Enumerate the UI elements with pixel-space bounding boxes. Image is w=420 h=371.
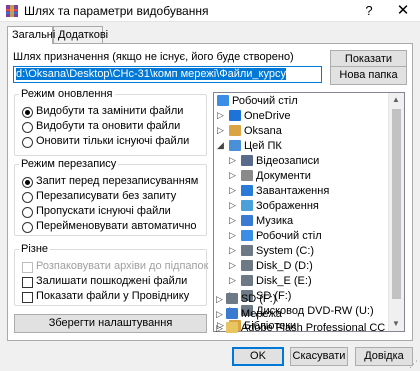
tree-item-videos[interactable]: ▷ Відеозаписи bbox=[229, 155, 319, 170]
tab-advanced[interactable]: Додаткові bbox=[53, 26, 108, 43]
overwrite-silent-label[interactable]: Перезаписувати без запиту bbox=[36, 190, 176, 202]
tree-item-desktop[interactable]: Робочий стіл bbox=[217, 95, 298, 110]
show-in-explorer-checkbox[interactable] bbox=[22, 292, 33, 303]
vertical-scroll-thumb[interactable] bbox=[392, 109, 401, 299]
misc-title: Різне bbox=[19, 243, 51, 255]
folder-icon bbox=[225, 322, 238, 333]
expand-icon[interactable]: ▷ bbox=[229, 200, 236, 211]
tree-item-downloads[interactable]: ▷ Завантаження bbox=[229, 185, 329, 200]
drive-icon bbox=[241, 275, 253, 286]
tree-item-drive-e[interactable]: ▷ Disk_E (E:) bbox=[229, 275, 312, 290]
overwrite-ask-label[interactable]: Запит перед перезаписуванням bbox=[36, 175, 198, 187]
overwrite-ask-radio[interactable] bbox=[22, 177, 33, 188]
computer-icon bbox=[229, 140, 241, 151]
update-refresh-radio[interactable] bbox=[22, 122, 33, 133]
download-icon bbox=[241, 185, 253, 196]
tree-item-drive-c[interactable]: ▷ System (C:) bbox=[229, 245, 314, 260]
overwrite-silent-radio[interactable] bbox=[22, 192, 33, 203]
update-refresh-label[interactable]: Видобути та оновити файли bbox=[36, 120, 180, 132]
extract-subfolders-label: Розпаковувати архіви до підпапок bbox=[36, 260, 209, 272]
expand-icon[interactable]: ▷ bbox=[229, 185, 236, 196]
save-settings-button[interactable]: Зберегти налаштування bbox=[14, 314, 207, 333]
expand-icon[interactable]: ▷ bbox=[216, 294, 223, 304]
overwrite-skip-radio[interactable] bbox=[22, 207, 33, 218]
help-title-button[interactable]: ? bbox=[354, 1, 384, 21]
expand-icon[interactable]: ▷ bbox=[229, 170, 236, 181]
tree-item-pictures[interactable]: ▷ Зображення bbox=[229, 200, 319, 215]
destination-path-value: d:\Oksana\Desktop\CHc-31\комп мережі\Фай… bbox=[16, 68, 286, 80]
overwrite-mode-title: Режим перезапису bbox=[19, 158, 119, 170]
pictures-icon bbox=[241, 200, 253, 211]
update-existing-radio[interactable] bbox=[22, 137, 33, 148]
user-icon bbox=[229, 125, 241, 136]
keep-broken-label[interactable]: Залишати пошкоджені файли bbox=[36, 275, 187, 287]
help-button[interactable]: Довідка bbox=[355, 347, 413, 366]
tree-item-drive-d[interactable]: ▷ Disk_D (D:) bbox=[229, 260, 313, 275]
resize-grip-icon[interactable]: ⋰ bbox=[409, 359, 418, 370]
overwrite-rename-label[interactable]: Перейменовувати автоматично bbox=[36, 220, 197, 232]
network-icon bbox=[225, 308, 238, 319]
tab-general[interactable]: Загальні bbox=[7, 26, 55, 44]
show-in-explorer-label[interactable]: Показати файли у Провіднику bbox=[36, 290, 189, 302]
extract-subfolders-checkbox[interactable] bbox=[22, 262, 33, 273]
expand-icon[interactable]: ▷ bbox=[229, 215, 236, 226]
tree-item-network[interactable]: ▷ Мережа bbox=[216, 308, 282, 323]
update-replace-radio[interactable] bbox=[22, 107, 33, 118]
tree-item-music[interactable]: ▷ Музика bbox=[229, 215, 293, 230]
update-existing-label[interactable]: Оновити тільки існуючі файли bbox=[36, 135, 189, 147]
scroll-down-icon[interactable]: ▼ bbox=[392, 319, 400, 328]
expand-icon[interactable]: ▷ bbox=[216, 323, 223, 333]
ok-button[interactable]: OK bbox=[232, 347, 284, 366]
drive-icon bbox=[225, 293, 238, 304]
winrar-app-icon bbox=[6, 5, 18, 17]
destination-path-label: Шлях призначення (якщо не існує, його бу… bbox=[13, 51, 294, 63]
tree-item-oksana[interactable]: ▷ Oksana bbox=[217, 125, 282, 140]
destination-path-input[interactable]: d:\Oksana\Desktop\CHc-31\комп мережі\Фай… bbox=[13, 66, 322, 83]
update-mode-title: Режим оновлення bbox=[19, 88, 115, 100]
title-bar: Шлях та параметри видобування ? ✕ bbox=[0, 0, 420, 22]
collapse-icon[interactable]: ◢ bbox=[217, 140, 224, 151]
expand-icon[interactable]: ▷ bbox=[217, 110, 224, 121]
tree-item-documents[interactable]: ▷ Документи bbox=[229, 170, 311, 185]
expand-icon[interactable]: ▷ bbox=[229, 155, 236, 166]
scroll-up-icon[interactable]: ▲ bbox=[392, 95, 400, 104]
expand-icon[interactable]: ▷ bbox=[229, 275, 236, 286]
expand-icon[interactable]: ▷ bbox=[229, 260, 236, 271]
desktop-icon bbox=[217, 95, 229, 106]
expand-icon[interactable]: ▷ bbox=[229, 230, 236, 241]
tree-item-onedrive[interactable]: ▷ OneDrive bbox=[217, 110, 290, 125]
expand-icon[interactable]: ▷ bbox=[217, 125, 224, 136]
drive-icon bbox=[241, 260, 253, 271]
documents-icon bbox=[241, 170, 253, 181]
overwrite-rename-radio[interactable] bbox=[22, 222, 33, 233]
update-replace-label[interactable]: Видобути та замінити файли bbox=[36, 105, 183, 117]
cloud-icon bbox=[229, 110, 241, 121]
drive-icon bbox=[241, 245, 253, 256]
close-button[interactable]: ✕ bbox=[388, 1, 418, 21]
vertical-scrollbar[interactable]: ▲ ▼ bbox=[388, 93, 404, 331]
cancel-button[interactable]: Скасувати bbox=[290, 347, 348, 366]
video-icon bbox=[241, 155, 253, 166]
tree-item-this-pc[interactable]: ◢ Цей ПК bbox=[217, 140, 282, 155]
window-title: Шлях та параметри видобування bbox=[24, 4, 209, 18]
overwrite-skip-label[interactable]: Пропускати існуючі файли bbox=[36, 205, 171, 217]
expand-icon[interactable]: ▷ bbox=[216, 309, 223, 319]
tree-item-pc-desktop[interactable]: ▷ Робочий стіл bbox=[229, 230, 322, 245]
tree-item-adobe-flash[interactable]: ▷Adobe Flash Professional CC 2015 bbox=[216, 322, 388, 337]
desktop-icon bbox=[241, 230, 253, 241]
keep-broken-checkbox[interactable] bbox=[22, 277, 33, 288]
new-folder-button[interactable]: Нова папка bbox=[330, 66, 407, 85]
tree-item-sd[interactable]: ▷ SD (F:) bbox=[216, 293, 276, 308]
expand-icon[interactable]: ▷ bbox=[229, 245, 236, 256]
music-icon bbox=[241, 215, 253, 226]
